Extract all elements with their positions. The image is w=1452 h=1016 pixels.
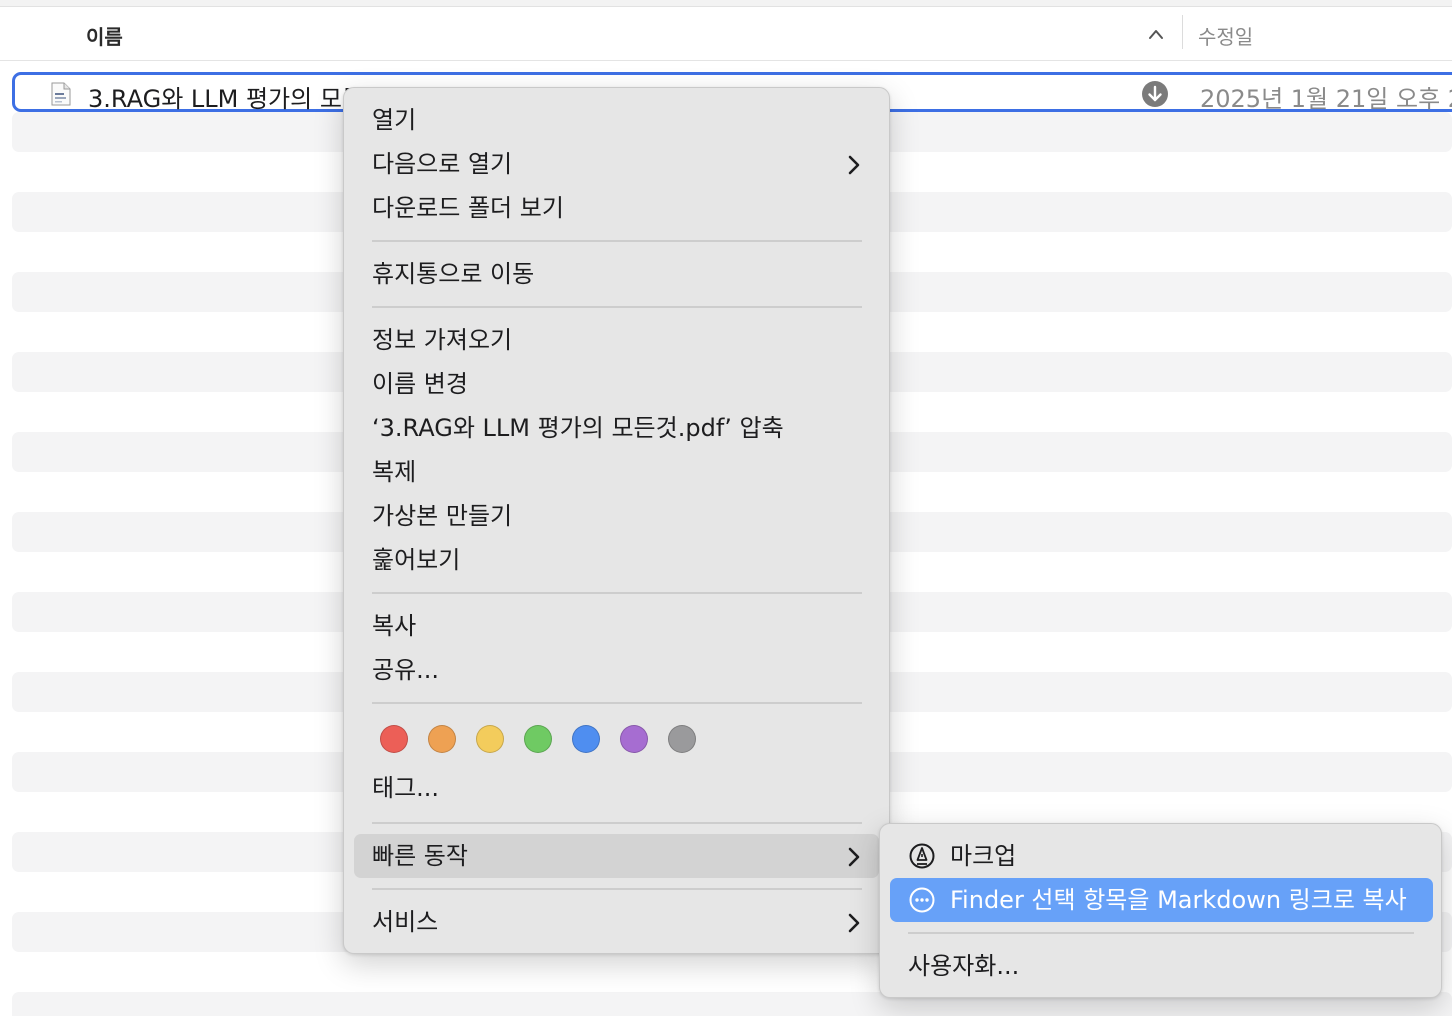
more-ellipsis-icon — [909, 887, 935, 913]
chevron-right-icon — [848, 847, 860, 867]
menu-separator — [372, 702, 862, 704]
menu-item-quick-look[interactable]: 훑어보기 — [372, 545, 460, 575]
column-header-modified[interactable]: 수정일 — [1198, 21, 1253, 50]
markup-pen-icon — [909, 843, 935, 869]
file-modified-date: 2025년 1월 21일 오후 2 — [1200, 85, 1452, 113]
submenu-item-customize[interactable]: 사용자화... — [908, 951, 1019, 981]
menu-item-copy[interactable]: 복사 — [372, 611, 416, 641]
chevron-up-icon[interactable] — [1147, 27, 1165, 41]
menu-item-open[interactable]: 열기 — [372, 105, 416, 135]
download-arrow-icon[interactable] — [1142, 81, 1168, 107]
menu-item-get-info[interactable]: 정보 가져오기 — [372, 325, 512, 355]
submenu-item-copy-markdown-link[interactable]: Finder 선택 항목을 Markdown 링크로 복사 — [950, 885, 1407, 915]
menu-item-services[interactable]: 서비스 — [372, 907, 438, 937]
toolbar-edge — [0, 0, 1452, 7]
column-header-name[interactable]: 이름 — [86, 21, 123, 50]
menu-item-share[interactable]: 공유... — [372, 655, 439, 685]
menu-item-compress[interactable]: ‘3.RAG와 LLM 평가의 모든것.pdf’ 압축 — [372, 413, 784, 443]
menu-item-open-with[interactable]: 다음으로 열기 — [372, 149, 512, 179]
menu-separator — [372, 822, 862, 824]
context-menu: 열기 다음으로 열기 다운로드 폴더 보기 휴지통으로 이동 정보 가져오기 이… — [343, 87, 890, 954]
quick-actions-submenu: 마크업 Finder 선택 항목을 Markdown 링크로 복사 사용자화..… — [879, 823, 1442, 998]
menu-item-duplicate[interactable]: 복제 — [372, 457, 416, 487]
tag-color-green[interactable] — [524, 725, 552, 753]
menu-separator — [908, 932, 1414, 934]
menu-item-quick-actions[interactable]: 빠른 동작 — [372, 841, 468, 871]
menu-separator — [372, 306, 862, 308]
chevron-right-icon — [848, 155, 860, 175]
menu-item-tags[interactable]: 태그... — [372, 773, 439, 803]
column-divider[interactable] — [1182, 15, 1183, 49]
chevron-right-icon — [848, 913, 860, 933]
tag-color-yellow[interactable] — [476, 725, 504, 753]
menu-separator — [372, 592, 862, 594]
tag-color-purple[interactable] — [620, 725, 648, 753]
tag-color-blue[interactable] — [572, 725, 600, 753]
finder-window: 이름 수정일 3.RAG와 LLM 평가의 모든것.pdf 2025년 1월 2… — [0, 0, 1452, 1016]
list-header: 이름 수정일 — [0, 7, 1452, 61]
submenu-item-markup[interactable]: 마크업 — [950, 841, 1016, 871]
menu-separator — [372, 888, 862, 890]
menu-item-make-alias[interactable]: 가상본 만들기 — [372, 501, 512, 531]
menu-separator — [372, 240, 862, 242]
menu-item-rename[interactable]: 이름 변경 — [372, 369, 468, 399]
menu-item-show-in-downloads[interactable]: 다운로드 폴더 보기 — [372, 193, 564, 223]
download-arrow-glyph — [1148, 85, 1162, 102]
tag-color-red[interactable] — [380, 725, 408, 753]
tag-color-orange[interactable] — [428, 725, 456, 753]
menu-item-move-to-trash[interactable]: 휴지통으로 이동 — [372, 259, 534, 289]
tag-color-gray[interactable] — [668, 725, 696, 753]
pdf-document-icon — [51, 82, 71, 106]
